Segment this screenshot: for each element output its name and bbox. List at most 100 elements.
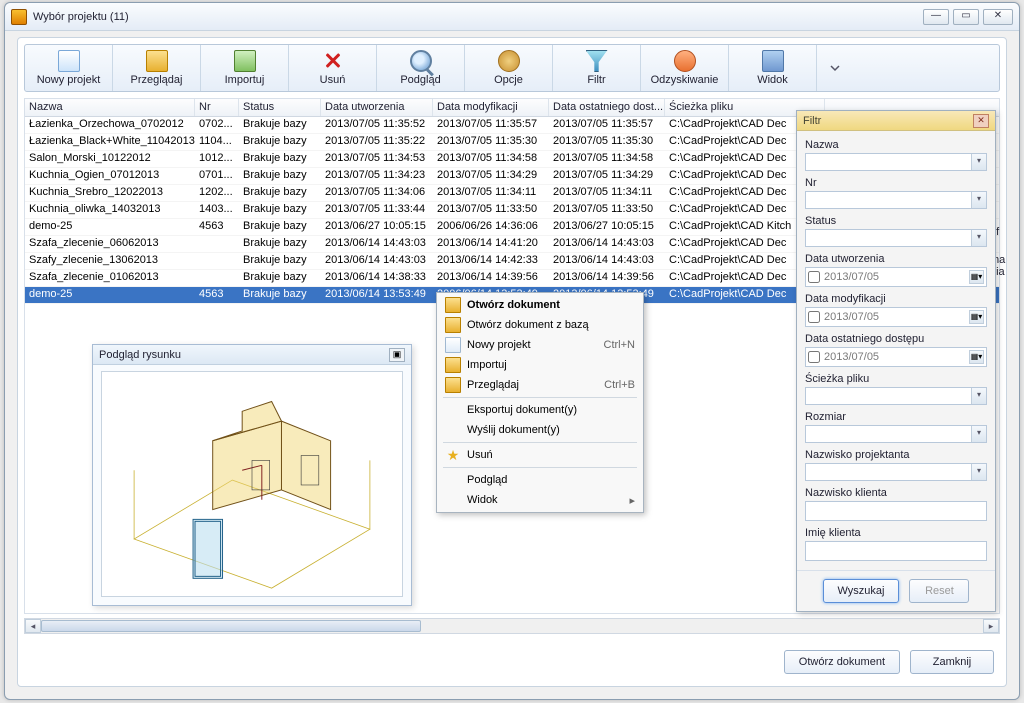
filter-name-field[interactable]: ▾	[805, 153, 987, 171]
calendar-icon[interactable]: ▦▾	[969, 350, 984, 364]
filter-modified-label: Data modyfikacji	[805, 293, 987, 305]
chevron-down-icon[interactable]: ▾	[971, 426, 986, 442]
col-nr[interactable]: Nr	[195, 99, 239, 116]
close-button[interactable]: ✕	[983, 9, 1013, 25]
view-button[interactable]: Widok	[729, 45, 817, 91]
titlebar[interactable]: Wybór projektu (11) — ▭ ✕	[5, 3, 1019, 31]
filter-status-field[interactable]: ▾	[805, 229, 987, 247]
ctx-export[interactable]: Eksportuj dokument(y)	[439, 400, 641, 420]
browse-button[interactable]: Przeglądaj	[113, 45, 201, 91]
filter-titlebar[interactable]: Filtr ✕	[797, 111, 995, 131]
filter-client-last-field[interactable]	[805, 501, 987, 521]
chevron-down-icon[interactable]: ▾	[971, 464, 986, 480]
blank-icon	[445, 492, 461, 508]
cell-status: Brakuje bazy	[239, 219, 321, 235]
open-document-button[interactable]: Otwórz dokument	[784, 650, 900, 674]
chevron-down-icon	[829, 62, 841, 74]
ctx-send[interactable]: Wyślij dokument(y)	[439, 420, 641, 440]
col-accessed[interactable]: Data ostatniego dost...	[549, 99, 665, 116]
filter-created-field[interactable]: 2013/07/05▦▾	[805, 267, 987, 287]
options-button[interactable]: Opcje	[465, 45, 553, 91]
separator	[443, 467, 637, 468]
recover-button[interactable]: Odzyskiwanie	[641, 45, 729, 91]
scroll-thumb[interactable]	[41, 620, 421, 632]
filter-modified-checkbox[interactable]	[808, 311, 820, 323]
cell-nr: 1012...	[195, 151, 239, 167]
ctx-browse[interactable]: PrzeglądajCtrl+B	[439, 375, 641, 395]
cell-status: Brakuje bazy	[239, 253, 321, 269]
cell-name: Szafa_zlecenie_01062013	[25, 270, 195, 286]
cell-name: Łazienka_Orzechowa_0702012	[25, 117, 195, 133]
filter-path-field[interactable]: ▾	[805, 387, 987, 405]
col-status[interactable]: Status	[239, 99, 321, 116]
folder-icon	[445, 377, 461, 393]
cell-nr: 0702...	[195, 117, 239, 133]
preview-close-button[interactable]: ▣	[389, 348, 405, 362]
import-button[interactable]: Importuj	[201, 45, 289, 91]
preview-panel[interactable]: Podgląd rysunku ▣	[92, 344, 412, 606]
ctx-delete[interactable]: ★Usuń	[439, 445, 641, 465]
col-modified[interactable]: Data modyfikacji	[433, 99, 549, 116]
delete-button[interactable]: Usuń	[289, 45, 377, 91]
calendar-icon[interactable]: ▦▾	[969, 310, 984, 324]
cell-status: Brakuje bazy	[239, 117, 321, 133]
filter-search-button[interactable]: Wyszukaj	[823, 579, 900, 603]
ctx-open[interactable]: Otwórz dokument	[439, 295, 641, 315]
filter-title: Filtr	[803, 115, 973, 127]
preview-titlebar[interactable]: Podgląd rysunku ▣	[93, 345, 411, 365]
filter-reset-button[interactable]: Reset	[909, 579, 969, 603]
chevron-down-icon[interactable]: ▾	[971, 388, 986, 404]
filter-button[interactable]: Filtr	[553, 45, 641, 91]
cell-created: 2013/07/05 11:35:52	[321, 117, 433, 133]
ctx-new[interactable]: Nowy projektCtrl+N	[439, 335, 641, 355]
calendar-icon[interactable]: ▦▾	[969, 270, 984, 284]
star-icon: ★	[445, 447, 461, 463]
cell-accessed: 2013/06/14 14:39:56	[549, 270, 665, 286]
minimize-button[interactable]: —	[923, 9, 949, 25]
filter-client-first-label: Imię klienta	[805, 527, 987, 539]
ctx-view[interactable]: Widok▸	[439, 490, 641, 510]
cell-status: Brakuje bazy	[239, 168, 321, 184]
submenu-arrow-icon: ▸	[629, 494, 635, 507]
horizontal-scrollbar[interactable]: ◂ ▸	[24, 618, 1000, 634]
import-icon	[234, 50, 256, 72]
cell-nr: 1202...	[195, 185, 239, 201]
filter-designer-label: Nazwisko projektanta	[805, 449, 987, 461]
cell-name: demo-25	[25, 219, 195, 235]
maximize-button[interactable]: ▭	[953, 9, 979, 25]
cell-modified: 2013/06/14 14:42:33	[433, 253, 549, 269]
ctx-import[interactable]: Importuj	[439, 355, 641, 375]
cell-created: 2013/07/05 11:34:06	[321, 185, 433, 201]
filter-panel[interactable]: Filtr ✕ Nazwa ▾ Nr ▾ Status ▾ Data utwor…	[796, 110, 996, 612]
filter-client-first-field[interactable]	[805, 541, 987, 561]
ctx-preview[interactable]: Podgląd	[439, 470, 641, 490]
close-dialog-button[interactable]: Zamknij	[910, 650, 994, 674]
cell-name: Kuchnia_Ogien_07012013	[25, 168, 195, 184]
chevron-down-icon[interactable]: ▾	[971, 230, 986, 246]
cell-created: 2013/07/05 11:34:53	[321, 151, 433, 167]
cell-accessed: 2013/06/14 14:43:03	[549, 253, 665, 269]
scroll-left-button[interactable]: ◂	[25, 619, 41, 633]
chevron-down-icon[interactable]: ▾	[971, 192, 986, 208]
col-created[interactable]: Data utworzenia	[321, 99, 433, 116]
filter-accessed-checkbox[interactable]	[808, 351, 820, 363]
ctx-open-db[interactable]: Otwórz dokument z bazą	[439, 315, 641, 335]
preview-button[interactable]: Podgląd	[377, 45, 465, 91]
toolbar-overflow[interactable]	[817, 45, 853, 91]
filter-path-label: Ścieżka pliku	[805, 373, 987, 385]
chevron-down-icon[interactable]: ▾	[971, 154, 986, 170]
footer-buttons: Otwórz dokument Zamknij	[784, 650, 994, 674]
scroll-right-button[interactable]: ▸	[983, 619, 999, 633]
filter-designer-field[interactable]: ▾	[805, 463, 987, 481]
cell-name: Szafy_zlecenie_13062013	[25, 253, 195, 269]
filter-modified-field[interactable]: 2013/07/05▦▾	[805, 307, 987, 327]
new-project-button[interactable]: Nowy projekt	[25, 45, 113, 91]
filter-close-button[interactable]: ✕	[973, 114, 989, 128]
filter-size-field[interactable]: ▾	[805, 425, 987, 443]
separator	[443, 442, 637, 443]
filter-accessed-field[interactable]: 2013/07/05▦▾	[805, 347, 987, 367]
cell-modified: 2013/06/14 14:41:20	[433, 236, 549, 252]
col-name[interactable]: Nazwa	[25, 99, 195, 116]
filter-nr-field[interactable]: ▾	[805, 191, 987, 209]
filter-created-checkbox[interactable]	[808, 271, 820, 283]
